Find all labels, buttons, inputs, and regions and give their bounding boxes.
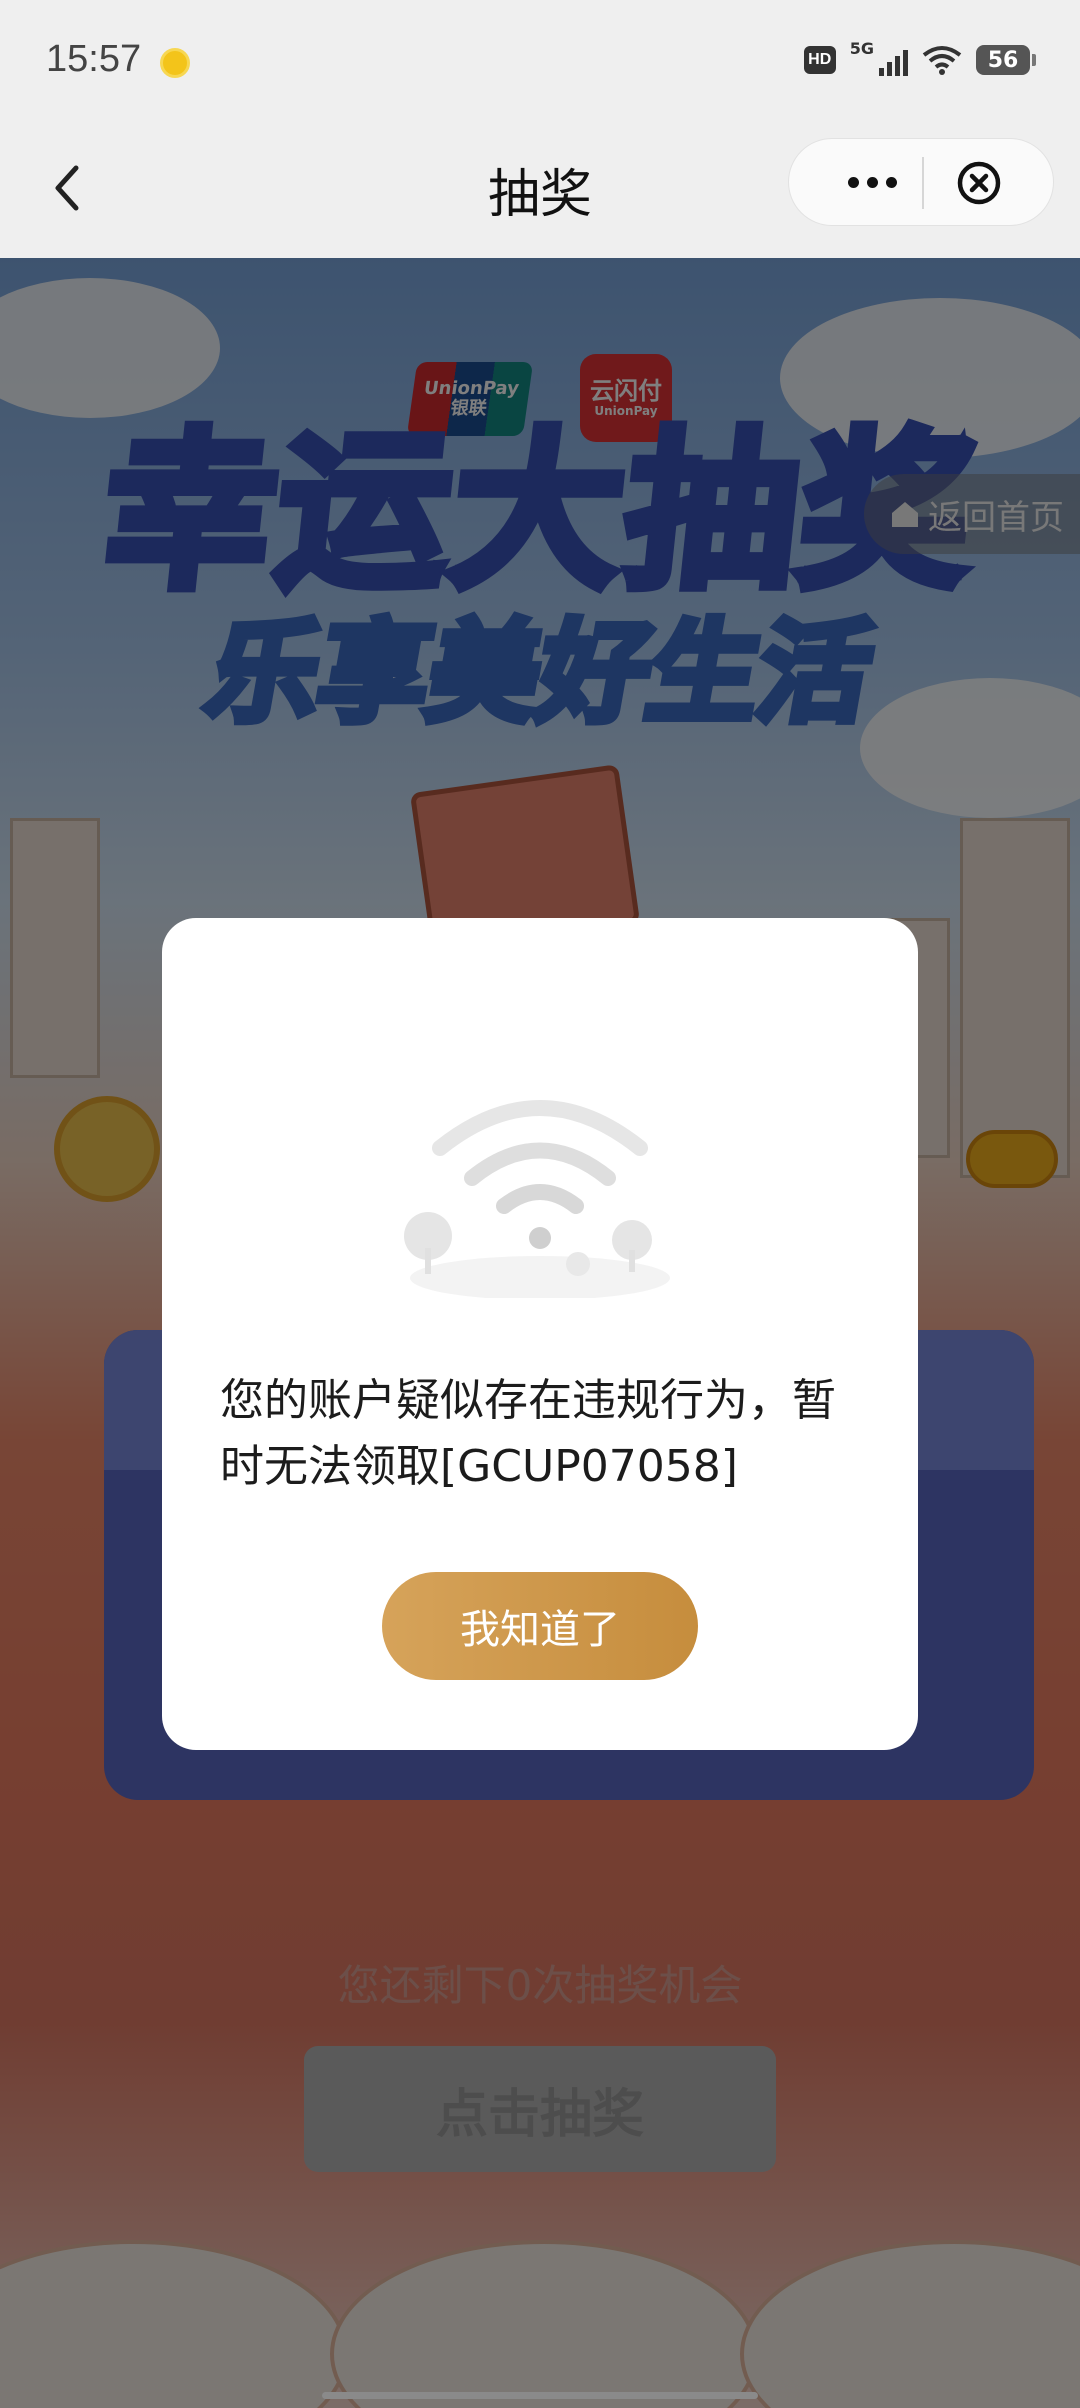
battery-icon: 56 (976, 45, 1036, 75)
nav-bar: 抽奖 (0, 128, 1080, 258)
cellular-signal-icon: 5G (850, 39, 908, 76)
confirm-button[interactable]: 我知道了 (382, 1572, 698, 1680)
coin-notification-icon (160, 48, 190, 78)
close-circle-icon[interactable] (955, 159, 1003, 207)
alert-dialog: 您的账户疑似存在违规行为，暂时无法领取[GCUP07058] 我知道了 (162, 918, 918, 1750)
capsule-divider (922, 157, 924, 209)
wifi-icon (922, 46, 962, 75)
dialog-message: 您的账户疑似存在违规行为，暂时无法领取[GCUP07058] (220, 1375, 836, 1492)
gesture-home-indicator[interactable] (322, 2392, 758, 2399)
network-generation-label: 5G (849, 39, 874, 58)
more-dots-icon[interactable] (829, 139, 915, 225)
status-bar: 15:57 HD 5G 56 (0, 0, 1080, 128)
no-network-wifi-illustration (404, 1100, 670, 1298)
mini-program-capsule (788, 138, 1054, 226)
status-icons: HD 5G 56 (803, 39, 1036, 76)
hd-icon: HD (803, 46, 836, 74)
status-time: 15:57 (46, 38, 142, 80)
